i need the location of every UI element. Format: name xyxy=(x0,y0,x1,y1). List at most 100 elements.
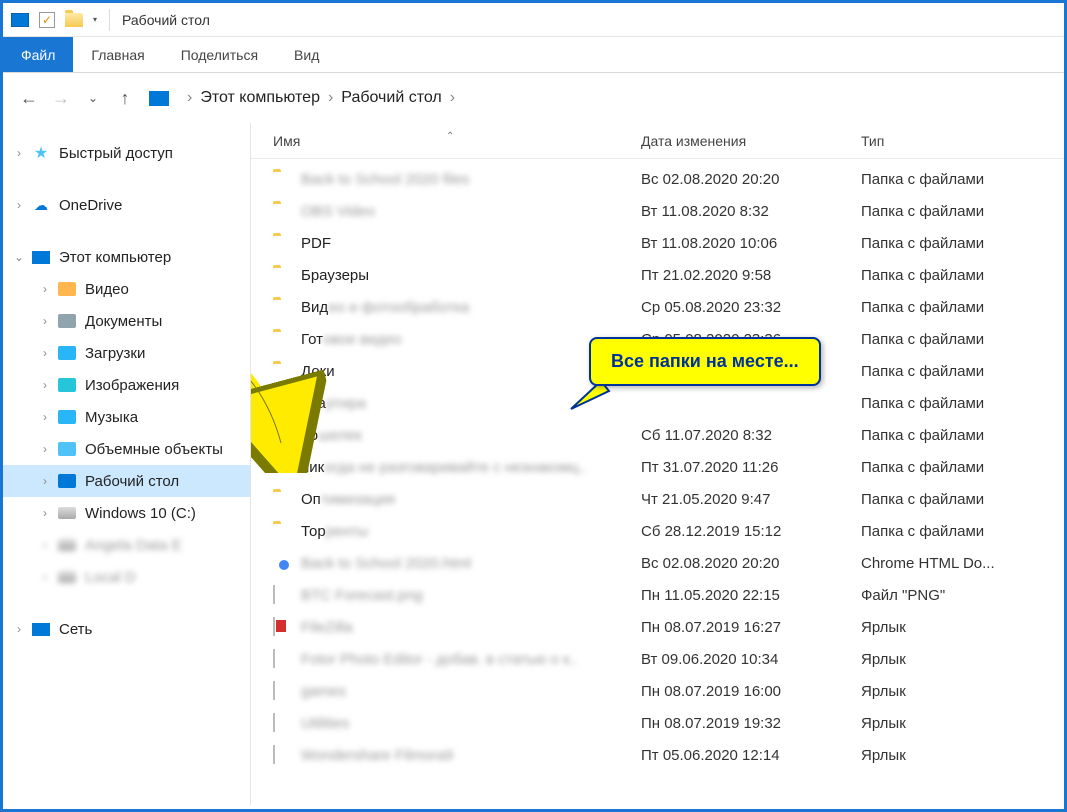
ribbon-tab-home[interactable]: Главная xyxy=(73,37,162,72)
chevron-right-icon[interactable]: › xyxy=(39,506,51,520)
back-button[interactable]: ← xyxy=(13,82,45,114)
chevron-right-icon[interactable]: › xyxy=(39,314,51,328)
tree-item-видео[interactable]: ›Видео xyxy=(3,273,250,305)
file-date: Ср 05.08.2020 23:32 xyxy=(641,299,861,316)
file-name: Кошелек xyxy=(301,427,362,444)
item-icon xyxy=(57,408,77,426)
file-name: games xyxy=(301,683,346,700)
tree-item-blurred[interactable]: ›Local D xyxy=(3,561,250,593)
folder-icon xyxy=(273,266,293,284)
file-name: Fotor Photo Editor - добав. в статью о к… xyxy=(301,651,578,668)
file-name: Видео и фотообработка xyxy=(301,299,469,316)
column-headers: Имя ⌃ Дата изменения Тип xyxy=(251,123,1064,159)
file-row[interactable]: никогда не разговаривайте с незнакомц..П… xyxy=(251,451,1064,483)
tree-label: Windows 10 (C:) xyxy=(85,505,196,522)
tree-item-windows-10-c-[interactable]: › Windows 10 (C:) xyxy=(3,497,250,529)
lnk-icon xyxy=(273,746,293,764)
ribbon-tab-view[interactable]: Вид xyxy=(276,37,337,72)
monitor-icon xyxy=(31,248,51,266)
chevron-right-icon[interactable]: › xyxy=(39,474,51,488)
file-row[interactable]: OBS VideoВт 11.08.2020 8:32Папка с файла… xyxy=(251,195,1064,227)
file-row[interactable]: Back to School 2020 filesВс 02.08.2020 2… xyxy=(251,163,1064,195)
file-row[interactable]: КошелекСб 11.07.2020 8:32Папка с файлами xyxy=(251,419,1064,451)
file-date: Вс 02.08.2020 20:20 xyxy=(641,555,861,572)
qat-dropdown-icon[interactable]: ▾ xyxy=(93,15,97,24)
chevron-right-icon[interactable]: › xyxy=(328,89,333,107)
file-row[interactable]: UtilitiesПн 08.07.2019 19:32Ярлык xyxy=(251,707,1064,739)
network-icon xyxy=(31,620,51,638)
file-type: Папка с файлами xyxy=(861,171,1064,188)
file-name: Квартира xyxy=(301,395,366,412)
file-name: FileZilla xyxy=(301,619,353,636)
header-type[interactable]: Тип xyxy=(861,133,1064,149)
breadcrumb-item[interactable]: Этот компьютер xyxy=(200,89,320,107)
file-row[interactable]: PDFВт 11.08.2020 10:06Папка с файлами xyxy=(251,227,1064,259)
chevron-right-icon[interactable]: › xyxy=(39,346,51,360)
this-pc-icon xyxy=(149,91,169,106)
content: › ★ Быстрый доступ › ☁ OneDrive ⌄ Этот к… xyxy=(3,123,1064,805)
chevron-right-icon[interactable]: › xyxy=(39,410,51,424)
breadcrumb-item[interactable]: Рабочий стол xyxy=(341,89,441,107)
file-row[interactable]: КвартираПапка с файлами xyxy=(251,387,1064,419)
tree-item-рабочий-стол[interactable]: ›Рабочий стол xyxy=(3,465,250,497)
header-name[interactable]: Имя ⌃ xyxy=(251,133,641,149)
tree-item-изображения[interactable]: ›Изображения xyxy=(3,369,250,401)
ribbon-tab-share[interactable]: Поделиться xyxy=(163,37,276,72)
chevron-right-icon[interactable]: › xyxy=(39,442,51,456)
chevron-right-icon[interactable]: › xyxy=(13,146,25,160)
file-type: Папка с файлами xyxy=(861,235,1064,252)
up-button[interactable]: ↑ xyxy=(109,82,141,114)
file-type: Ярлык xyxy=(861,619,1064,636)
tree-label: Сеть xyxy=(59,621,92,638)
chevron-right-icon[interactable]: › xyxy=(39,378,51,392)
chevron-right-icon[interactable]: › xyxy=(13,198,25,212)
file-row[interactable]: BTC Forecast.pngПн 11.05.2020 22:15Файл … xyxy=(251,579,1064,611)
lnk-red-icon xyxy=(273,618,293,636)
file-type: Файл "PNG" xyxy=(861,587,1064,604)
lnk-icon xyxy=(273,682,293,700)
tree-item-blurred[interactable]: ›Angela Data E xyxy=(3,529,250,561)
file-list: Back to School 2020 filesВс 02.08.2020 2… xyxy=(251,159,1064,771)
tree-label: Этот компьютер xyxy=(59,249,171,266)
tree-quick-access[interactable]: › ★ Быстрый доступ xyxy=(3,137,250,169)
tree-item-музыка[interactable]: ›Музыка xyxy=(3,401,250,433)
lnk-icon xyxy=(273,714,293,732)
file-date: Вт 09.06.2020 10:34 xyxy=(641,651,861,668)
file-row[interactable]: Wondershare Filmora9Пт 05.06.2020 12:14Я… xyxy=(251,739,1064,771)
file-row[interactable]: Back to School 2020.html Вс 02.08.2020 20… xyxy=(251,547,1064,579)
ribbon-tab-file[interactable]: Файл xyxy=(3,37,73,72)
file-name: никогда не разговаривайте с незнакомц.. xyxy=(301,459,587,476)
file-row[interactable]: БраузерыПт 21.02.2020 9:58Папка с файлам… xyxy=(251,259,1064,291)
header-date[interactable]: Дата изменения xyxy=(641,133,861,149)
file-name: Back to School 2020.html xyxy=(301,555,471,572)
tree-item-загрузки[interactable]: ›Загрузки xyxy=(3,337,250,369)
file-panel: Имя ⌃ Дата изменения Тип Back to School … xyxy=(251,123,1064,805)
item-icon xyxy=(57,440,77,458)
chevron-down-icon[interactable]: ⌄ xyxy=(13,250,25,264)
file-row[interactable]: FileZillaПн 08.07.2019 16:27Ярлык xyxy=(251,611,1064,643)
recent-dropdown-icon[interactable]: ⌄ xyxy=(77,82,109,114)
file-date: Вт 11.08.2020 8:32 xyxy=(641,203,861,220)
file-name: Wondershare Filmora9 xyxy=(301,747,453,764)
checkbox-icon[interactable]: ✓ xyxy=(39,12,61,28)
item-icon xyxy=(57,376,77,394)
tree-label: OneDrive xyxy=(59,197,122,214)
forward-button[interactable]: → xyxy=(45,82,77,114)
tree-item-объемные-объекты[interactable]: ›Объемные объекты xyxy=(3,433,250,465)
chevron-right-icon[interactable]: › xyxy=(187,89,192,107)
file-row[interactable]: ТоррентыСб 28.12.2019 15:12Папка с файла… xyxy=(251,515,1064,547)
folder-icon xyxy=(273,362,293,380)
file-row[interactable]: gamesПн 08.07.2019 16:00Ярлык xyxy=(251,675,1064,707)
chevron-right-icon[interactable]: › xyxy=(39,282,51,296)
tree-this-pc[interactable]: ⌄ Этот компьютер xyxy=(3,241,250,273)
tree-onedrive[interactable]: › ☁ OneDrive xyxy=(3,189,250,221)
tree-network[interactable]: › Сеть xyxy=(3,613,250,645)
tree-item-документы[interactable]: ›Документы xyxy=(3,305,250,337)
folder-icon xyxy=(273,170,293,188)
file-row[interactable]: ОптимизацияЧт 21.05.2020 9:47Папка с фай… xyxy=(251,483,1064,515)
breadcrumb[interactable]: › Этот компьютер › Рабочий стол › xyxy=(149,89,463,107)
file-row[interactable]: Видео и фотообработка Ср 05.08.2020 23:32… xyxy=(251,291,1064,323)
file-row[interactable]: Fotor Photo Editor - добав. в статью о к… xyxy=(251,643,1064,675)
chevron-right-icon[interactable]: › xyxy=(450,89,455,107)
chevron-right-icon[interactable]: › xyxy=(13,622,25,636)
